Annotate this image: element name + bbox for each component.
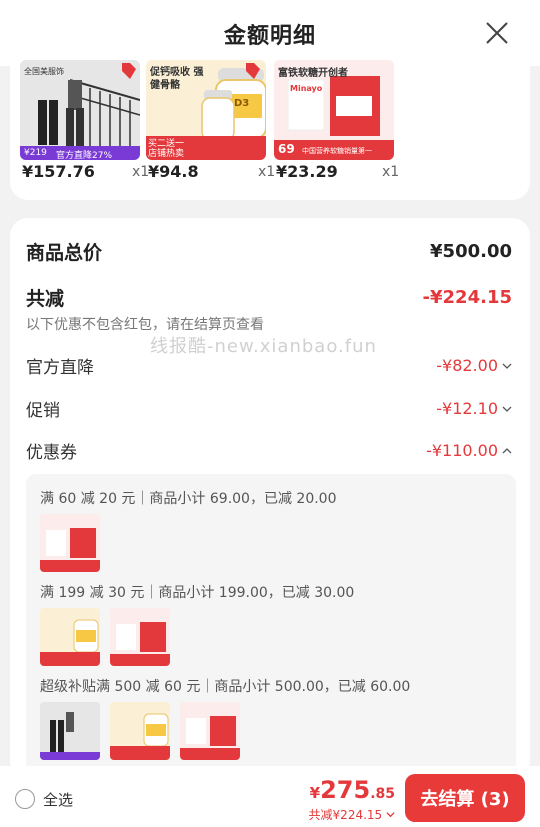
discount-item-value: -¥82.00 <box>436 356 498 375</box>
product-thumbnail: 促钙吸收 强健骨骼 D3 买二送一 店铺热卖 <box>146 60 266 160</box>
brand-logo: Minayo <box>290 84 323 93</box>
badge-price: ¥219 <box>24 148 47 158</box>
chevron-down-icon <box>502 406 512 412</box>
discount-item-label: 优惠券 <box>26 443 77 463</box>
coupon-line: 超级补贴满 500 减 60 元｜商品小计 500.00，已减 60.00 <box>40 679 411 695</box>
discount-item-promo[interactable]: 促销 -¥12.10 <box>26 396 512 421</box>
discount-value: -¥224.15 <box>422 287 512 308</box>
close-icon[interactable] <box>484 20 510 46</box>
page-title: 金额明细 <box>223 24 316 49</box>
saved-text: 共减¥224.15 <box>308 808 383 822</box>
amount-summary: 商品总价 ¥500.00 共减 -¥224.15 以下优惠不包含红包，请在结算页… <box>10 218 530 778</box>
chevron-down-icon <box>386 812 395 818</box>
bottom-bar: 全选 ¥275.85 共减¥224.15 去结算 (3) <box>0 766 540 827</box>
total-value: ¥500.00 <box>430 241 512 262</box>
badge-text: 中国营养软糖销量第一 <box>302 147 372 155</box>
coupon-product-thumbnail <box>110 702 170 760</box>
product-thumbnail: 富铁软糖开创者 Minayo 69 中国营养软糖销量第一 <box>274 60 394 160</box>
price-integer: 275 <box>320 776 371 804</box>
chevron-up-icon <box>502 447 512 453</box>
product-price: ¥157.76 <box>22 162 95 181</box>
header: 金额明细 <box>0 0 540 66</box>
coupon-line: 满 60 减 20 元｜商品小计 69.00，已减 20.00 <box>40 491 337 507</box>
thumb-subtext: D3 <box>234 98 250 109</box>
discount-item-value: -¥12.10 <box>436 399 498 418</box>
total-row: 商品总价 ¥500.00 <box>26 238 512 265</box>
total-price: ¥275.85 <box>310 776 395 804</box>
discount-label: 共减 <box>26 288 65 310</box>
product-qty: x1 <box>382 164 400 180</box>
thumb-label: 富铁软糖开创者 <box>278 68 348 79</box>
discount-note: 以下优惠不包含红包，请在结算页查看 <box>26 317 264 333</box>
product-qty: x1 <box>132 164 150 180</box>
coupon-product-thumbnail <box>110 608 170 666</box>
total-label: 商品总价 <box>26 242 103 264</box>
product-thumbnail: 全国美服饰 ¥219 官方直降27% <box>20 60 140 160</box>
price-decimal: .85 <box>370 786 395 802</box>
coupon-product-thumbnail <box>40 514 100 572</box>
discount-item-label: 官方直降 <box>26 358 94 378</box>
badge-text: 买二送一 店铺热卖 <box>148 139 185 159</box>
thumb-label: 全国美服饰 <box>24 67 64 76</box>
badge-price: 69 <box>278 142 295 156</box>
product-qty: x1 <box>258 164 276 180</box>
checkout-button[interactable]: 去结算 (3) <box>405 774 525 822</box>
discount-item-value: -¥110.00 <box>426 441 498 460</box>
discount-item-official[interactable]: 官方直降 -¥82.00 <box>26 353 512 378</box>
saved-amount[interactable]: 共减¥224.15 <box>309 806 395 823</box>
coupon-product-thumbnail <box>180 702 240 760</box>
chevron-down-icon <box>502 363 512 369</box>
discount-item-label: 促销 <box>26 401 60 421</box>
select-all-radio[interactable] <box>15 789 35 809</box>
thumb-label: 促钙吸收 强健骨骼 <box>150 67 204 91</box>
coupon-product-thumbnail <box>40 608 100 666</box>
select-all-label[interactable]: 全选 <box>43 789 73 810</box>
product-list: 全国美服饰 ¥219 官方直降27% ¥157.76 x1 促钙吸收 强健骨骼 … <box>10 60 530 200</box>
product-price: ¥94.8 <box>148 162 199 181</box>
coupon-details: 满 60 减 20 元｜商品小计 69.00，已减 20.00 满 199 减 … <box>26 474 516 774</box>
discount-item-coupon[interactable]: 优惠券 -¥110.00 <box>26 438 512 463</box>
discount-row: 共减 -¥224.15 <box>26 284 512 311</box>
badge-text: 官方直降27% <box>56 151 113 160</box>
coupon-line: 满 199 减 30 元｜商品小计 199.00，已减 30.00 <box>40 585 355 601</box>
product-price: ¥23.29 <box>276 162 338 181</box>
price-symbol: ¥ <box>309 784 321 802</box>
coupon-product-thumbnail <box>40 702 100 760</box>
